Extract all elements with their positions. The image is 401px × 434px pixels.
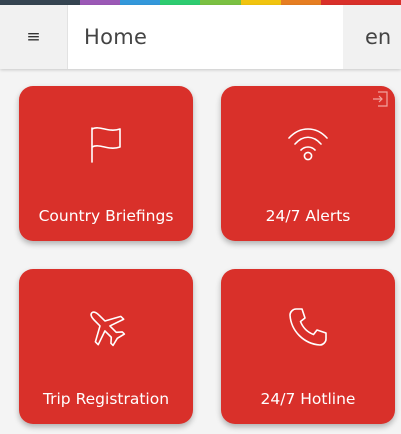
page-title: Home xyxy=(84,25,148,49)
top-bar: ≡ Home en xyxy=(0,5,401,69)
phone-icon xyxy=(289,308,327,346)
tile-label: Country Briefings xyxy=(38,207,174,225)
wifi-signal-icon xyxy=(288,128,328,161)
tile-hotline[interactable]: 24/7 Hotline xyxy=(221,269,395,424)
flag-icon xyxy=(91,127,121,163)
tile-label: Trip Registration xyxy=(42,390,170,408)
tile-label: 24/7 Alerts xyxy=(265,207,351,225)
language-label: en xyxy=(365,25,392,49)
language-selector[interactable]: en xyxy=(343,5,401,69)
tile-country-briefings[interactable]: Country Briefings xyxy=(19,86,193,241)
tile-alerts[interactable]: 24/7 Alerts xyxy=(221,86,395,241)
tile-trip-registration[interactable]: Trip Registration xyxy=(19,269,193,424)
page-title-area: Home xyxy=(68,5,343,69)
tile-label: 24/7 Hotline xyxy=(260,390,356,408)
exit-icon[interactable] xyxy=(371,90,389,108)
airplane-icon xyxy=(90,311,126,347)
hamburger-icon: ≡ xyxy=(26,26,41,47)
menu-button[interactable]: ≡ xyxy=(0,5,68,69)
